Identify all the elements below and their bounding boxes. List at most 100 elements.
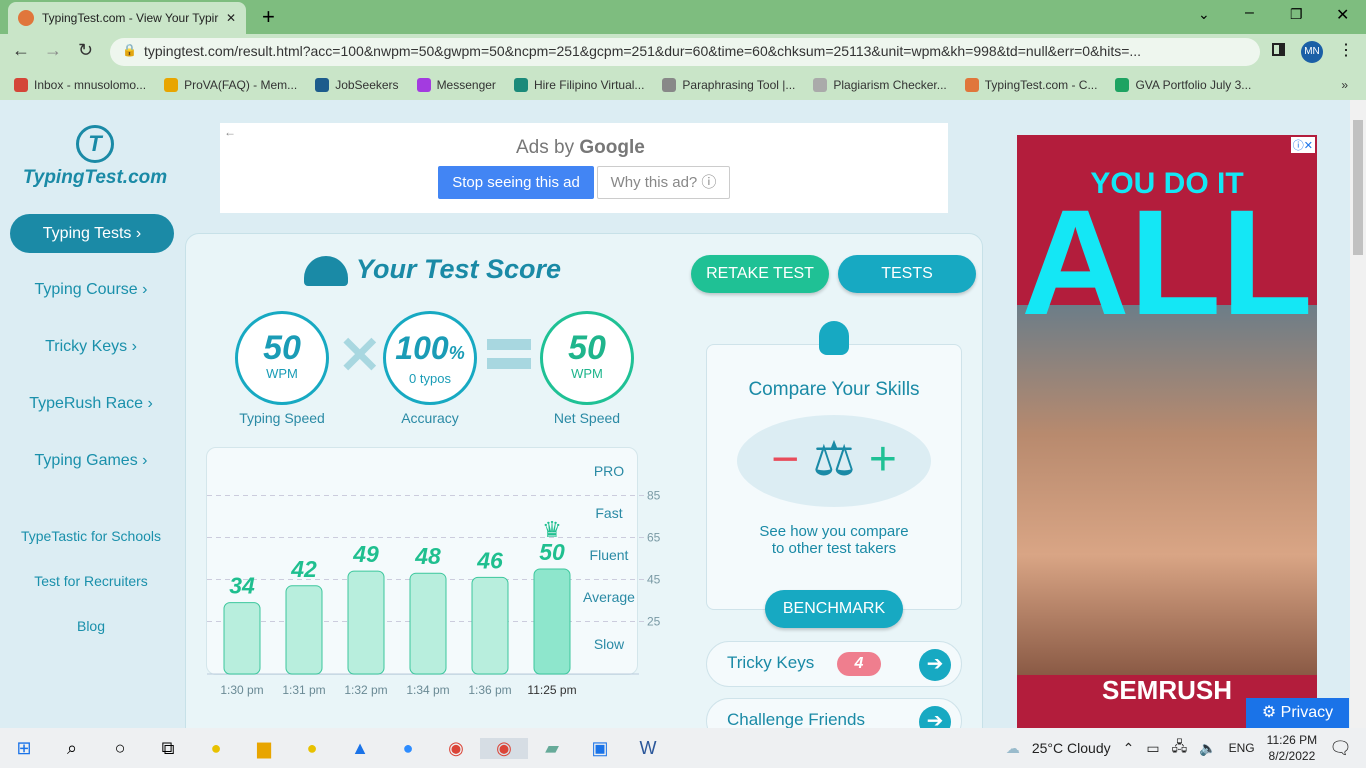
tab-search-icon[interactable]: ⌄ <box>1198 6 1210 23</box>
net-unit: WPM <box>571 366 603 381</box>
app-icon[interactable]: ▲ <box>336 738 384 759</box>
speedometer-icon <box>304 255 348 286</box>
search-icon[interactable]: ⌕ <box>48 738 96 759</box>
arrow-right-icon[interactable]: ➔ <box>919 706 951 728</box>
tricky-keys-pill[interactable]: Tricky Keys 4 ➔ <box>706 641 962 687</box>
lock-icon: 🔒 <box>122 43 137 57</box>
zoom-icon[interactable]: ● <box>384 738 432 759</box>
ad-back-icon[interactable]: ← <box>224 125 236 139</box>
task-view-icon[interactable]: ⧉ <box>144 738 192 759</box>
stop-seeing-ad-button[interactable]: Stop seeing this ad <box>438 166 594 199</box>
volume-icon[interactable]: 🔈 <box>1199 740 1216 757</box>
tab-close-icon[interactable]: ✕ <box>226 11 236 25</box>
net-speed-circle: 50 WPM <box>540 311 634 405</box>
bar <box>471 576 509 675</box>
clock[interactable]: 11:26 PM 8/2/2022 <box>1267 732 1317 764</box>
bookmark-item[interactable]: TypingTest.com - C... <box>964 78 1097 93</box>
sidebar-item-typerush-race[interactable]: TypeRush Race › <box>0 395 182 413</box>
link-typetastic[interactable]: TypeTastic for Schools <box>0 528 182 544</box>
bookmark-item[interactable]: Messenger <box>416 78 496 93</box>
level-label: Average <box>583 589 635 605</box>
sidebar-item-typing-course[interactable]: Typing Course › <box>0 281 182 299</box>
ad-info-icon[interactable]: ⓘ✕ <box>1290 137 1315 153</box>
bookmark-item[interactable]: JobSeekers <box>315 78 399 93</box>
network-icon[interactable]: 🖧 <box>1172 736 1188 760</box>
chrome-icon[interactable]: ◉ <box>432 738 480 759</box>
app-icon[interactable]: ▰ <box>528 738 576 759</box>
bookmark-label: GVA Portfolio July 3... <box>1135 77 1252 92</box>
photos-icon[interactable]: ▣ <box>576 738 624 759</box>
why-this-ad-button[interactable]: Why this ad? ⓘ <box>597 166 730 199</box>
menu-icon[interactable]: ⋮ <box>1338 40 1354 60</box>
page-scrollbar[interactable] <box>1350 100 1366 728</box>
restore-button[interactable]: ❐ <box>1290 6 1303 23</box>
level-label: Fluent <box>590 547 629 563</box>
sidebar-item-typing-tests[interactable]: Typing Tests › <box>10 214 174 253</box>
browser-tab[interactable]: TypingTest.com - View Your Typir ✕ <box>8 2 246 34</box>
page-content: T TypingTest.com Typing Tests › Typing C… <box>0 100 1350 728</box>
score-card: Your Test Score 50 WPM ✕ 100% 0 typos 50 WP… <box>185 233 983 728</box>
tray-chevron-icon[interactable]: ⌃ <box>1123 740 1135 757</box>
weather-text[interactable]: 25°C Cloudy <box>1032 740 1111 756</box>
sidebar-item-label: Typing Course <box>34 281 138 298</box>
scrollbar-thumb[interactable] <box>1353 120 1363 255</box>
file-explorer-icon[interactable]: ▆ <box>240 738 288 759</box>
bar <box>409 572 447 675</box>
kakaotalk-icon[interactable]: ● <box>288 738 336 759</box>
bookmark-item[interactable]: GVA Portfolio July 3... <box>1115 78 1251 93</box>
speed-unit: WPM <box>266 366 298 381</box>
close-window-button[interactable]: ✕ <box>1336 5 1349 25</box>
new-tab-button[interactable]: + <box>262 4 275 30</box>
battery-icon[interactable]: ▭ <box>1146 740 1159 757</box>
benchmark-button[interactable]: BENCHMARK <box>765 590 903 628</box>
net-label: Net Speed <box>553 410 621 426</box>
bookmark-favicon-icon <box>416 78 431 93</box>
sidebar-item-typing-games[interactable]: Typing Games › <box>0 452 182 470</box>
link-blog[interactable]: Blog <box>0 618 182 634</box>
y-tick-label: 25 <box>647 615 661 629</box>
x-tick-label: 1:32 pm <box>344 683 387 697</box>
bookmark-favicon-icon <box>1115 78 1130 93</box>
language-indicator[interactable]: ENG <box>1229 741 1255 755</box>
bookmark-label: Paraphrasing Tool |... <box>682 77 796 92</box>
side-panel-icon[interactable] <box>1272 43 1285 56</box>
word-icon[interactable]: W <box>624 738 672 759</box>
bar <box>533 568 571 675</box>
y-tick-label: 65 <box>647 531 661 545</box>
bookmarks-overflow-icon[interactable]: » <box>1341 78 1366 92</box>
bookmarks-bar: Inbox - mnusolomo... ProVA(FAQ) - Mem... J… <box>0 70 1366 100</box>
sidebar-item-label: Tricky Keys <box>45 338 128 355</box>
windows-start-icon[interactable]: ⊞ <box>0 738 48 759</box>
y-tick-label: 45 <box>647 573 661 587</box>
link-recruiters[interactable]: Test for Recruiters <box>0 573 182 589</box>
bookmark-item[interactable]: Hire Filipino Virtual... <box>513 78 644 93</box>
profile-avatar[interactable]: MN <box>1301 41 1323 63</box>
bookmark-item[interactable]: Paraphrasing Tool |... <box>662 78 795 93</box>
score-title-text: Your Test Score <box>356 254 562 284</box>
bookmark-item[interactable]: Plagiarism Checker... <box>813 78 947 93</box>
forward-icon[interactable]: → <box>44 40 62 61</box>
net-value: 50 <box>568 329 606 367</box>
x-tick-label: 1:36 pm <box>468 683 511 697</box>
sidebar-item-tricky-keys[interactable]: Tricky Keys › <box>0 338 182 356</box>
privacy-button[interactable]: ⚙ Privacy <box>1246 698 1349 728</box>
notifications-icon[interactable]: 🗨 <box>1329 738 1352 759</box>
bookmark-favicon-icon <box>164 78 179 93</box>
tests-button[interactable]: TESTS <box>838 255 976 293</box>
app-icon[interactable]: ● <box>192 738 240 759</box>
cortana-icon[interactable]: ○ <box>96 738 144 759</box>
retake-test-button[interactable]: RETAKE TEST <box>691 255 829 293</box>
bookmark-item[interactable]: Inbox - mnusolomo... <box>14 78 146 93</box>
address-bar[interactable]: 🔒 typingtest.com/result.html?acc=100&nwpm… <box>110 38 1260 66</box>
ad-banner-right: ⓘ✕ YOU DO IT ALL SEMRUSH <box>1017 135 1317 728</box>
chrome-profile-icon[interactable]: ◉ <box>480 737 528 759</box>
site-logo[interactable]: T TypingTest.com <box>20 125 170 189</box>
windows-taskbar: ⊞ ⌕ ○ ⧉ ● ▆ ● ▲ ● ◉ ◉ ▰ ▣ W ☁ 25°C Cloud… <box>0 728 1366 768</box>
back-icon[interactable]: ← <box>12 40 30 61</box>
arrow-right-icon[interactable]: ➔ <box>919 649 951 681</box>
challenge-friends-pill[interactable]: Challenge Friends ➔ <box>706 698 962 728</box>
minimize-button[interactable]: – <box>1245 4 1254 22</box>
tricky-keys-count: 4 <box>837 652 881 676</box>
bookmark-item[interactable]: ProVA(FAQ) - Mem... <box>164 78 297 93</box>
reload-icon[interactable]: ↻ <box>78 40 93 61</box>
